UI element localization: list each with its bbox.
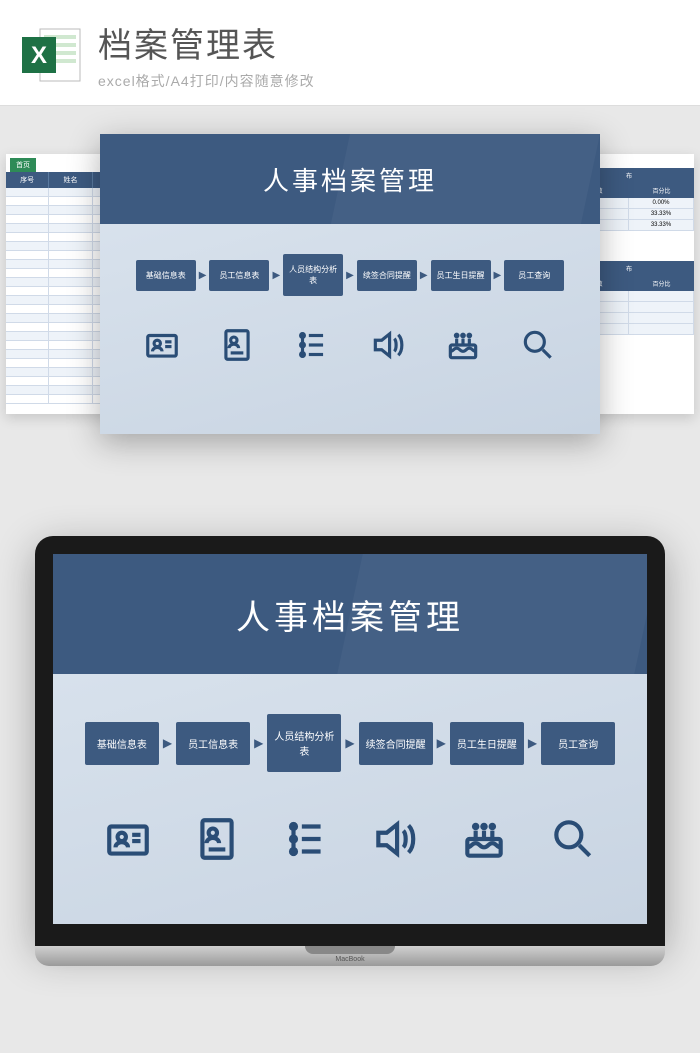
cake-icon[interactable] — [459, 814, 509, 864]
excel-app-icon: X — [20, 23, 84, 87]
chevron-right-icon: ▶ — [272, 270, 280, 281]
nav-button-profile[interactable]: 员工信息表 — [209, 260, 269, 291]
chevron-right-icon: ▶ — [163, 736, 172, 750]
nav-button-list[interactable]: 人员结构分析表 — [267, 714, 341, 772]
id-card-icon[interactable] — [103, 814, 153, 864]
chevron-right-icon: ▶ — [345, 736, 354, 750]
laptop-bezel: 人事档案管理 基础信息表 ▶ 员工信息表 ▶ 人员结构分析表 ▶ 续签合同提醒 ▶ 员工生日提醒… — [35, 536, 665, 946]
profile-icon[interactable] — [192, 814, 242, 864]
nav-button-search[interactable]: 员工查询 — [541, 722, 615, 765]
page-title: 档案管理表 — [98, 18, 680, 67]
chevron-right-icon: ▶ — [199, 270, 207, 281]
main-dashboard-card: 人事档案管理 基础信息表▶员工信息表▶人员结构分析表▶续签合同提醒▶员工生日提醒… — [100, 134, 600, 434]
laptop-brand-label: MacBook — [335, 956, 364, 963]
nav-button-cake[interactable]: 员工生日提醒 — [450, 722, 524, 765]
laptop-mockup-section: 人事档案管理 基础信息表 ▶ 员工信息表 ▶ 人员结构分析表 ▶ 续签合同提醒 ▶ 员工生日提醒… — [0, 536, 700, 1036]
nav-button-sound[interactable]: 续签合同提醒 — [357, 260, 417, 291]
nav-button-profile[interactable]: 员工信息表 — [176, 722, 250, 765]
chevron-right-icon: ▶ — [420, 270, 428, 281]
id-card-icon[interactable] — [143, 326, 181, 364]
sound-icon[interactable] — [370, 814, 420, 864]
page-subtitle: excel格式/A4打印/内容随意修改 — [98, 71, 680, 91]
dashboard-title: 人事档案管理 — [263, 161, 437, 198]
search-icon[interactable] — [548, 814, 598, 864]
sheet-tab[interactable]: 首页 — [10, 158, 36, 172]
profile-icon[interactable] — [218, 326, 256, 364]
nav-button-sound[interactable]: 续签合同提醒 — [359, 722, 433, 765]
nav-button-id-card[interactable]: 基础信息表 — [85, 722, 159, 765]
nav-button-cake[interactable]: 员工生日提醒 — [431, 260, 491, 291]
chevron-right-icon: ▶ — [254, 736, 263, 750]
laptop-screen: 人事档案管理 基础信息表 ▶ 员工信息表 ▶ 人员结构分析表 ▶ 续签合同提醒 ▶ 员工生日提醒… — [53, 554, 647, 924]
col-header: 百分比 — [629, 276, 694, 291]
template-preview-stage: 首页 序号 姓名 性别 布 人数 百分比 00.00%133.33%133.33… — [0, 126, 700, 486]
dashboard-header: 人事档案管理 — [53, 554, 647, 674]
dashboard-title: 人事档案管理 — [236, 590, 464, 639]
sound-icon[interactable] — [369, 326, 407, 364]
chevron-right-icon: ▶ — [437, 736, 446, 750]
nav-button-search[interactable]: 员工查询 — [504, 260, 564, 291]
laptop-base: MacBook — [35, 946, 665, 966]
page-header: X 档案管理表 excel格式/A4打印/内容随意修改 — [0, 0, 700, 106]
svg-text:X: X — [31, 42, 47, 69]
list-icon[interactable] — [281, 814, 331, 864]
nav-button-id-card[interactable]: 基础信息表 — [136, 260, 196, 291]
nav-button-row: 基础信息表 ▶ 员工信息表 ▶ 人员结构分析表 ▶ 续签合同提醒 ▶ 员工生日提醒 ▶ 员工查询 — [53, 714, 647, 772]
nav-button-list[interactable]: 人员结构分析表 — [283, 254, 343, 296]
laptop-mockup: 人事档案管理 基础信息表 ▶ 员工信息表 ▶ 人员结构分析表 ▶ 续签合同提醒 ▶ 员工生日提醒… — [35, 536, 665, 1036]
chevron-right-icon: ▶ — [494, 270, 502, 281]
search-icon[interactable] — [519, 326, 557, 364]
chevron-right-icon: ▶ — [346, 270, 354, 281]
col-header: 百分比 — [629, 183, 694, 198]
dashboard-header: 人事档案管理 — [100, 134, 600, 224]
col-header: 序号 — [6, 172, 49, 188]
col-header: 姓名 — [49, 172, 92, 188]
chevron-right-icon: ▶ — [528, 736, 537, 750]
list-icon[interactable] — [293, 326, 331, 364]
nav-icon-row — [100, 326, 600, 364]
nav-icon-row — [53, 814, 647, 864]
cake-icon[interactable] — [444, 326, 482, 364]
nav-button-row: 基础信息表▶员工信息表▶人员结构分析表▶续签合同提醒▶员工生日提醒▶员工查询 — [100, 254, 600, 296]
